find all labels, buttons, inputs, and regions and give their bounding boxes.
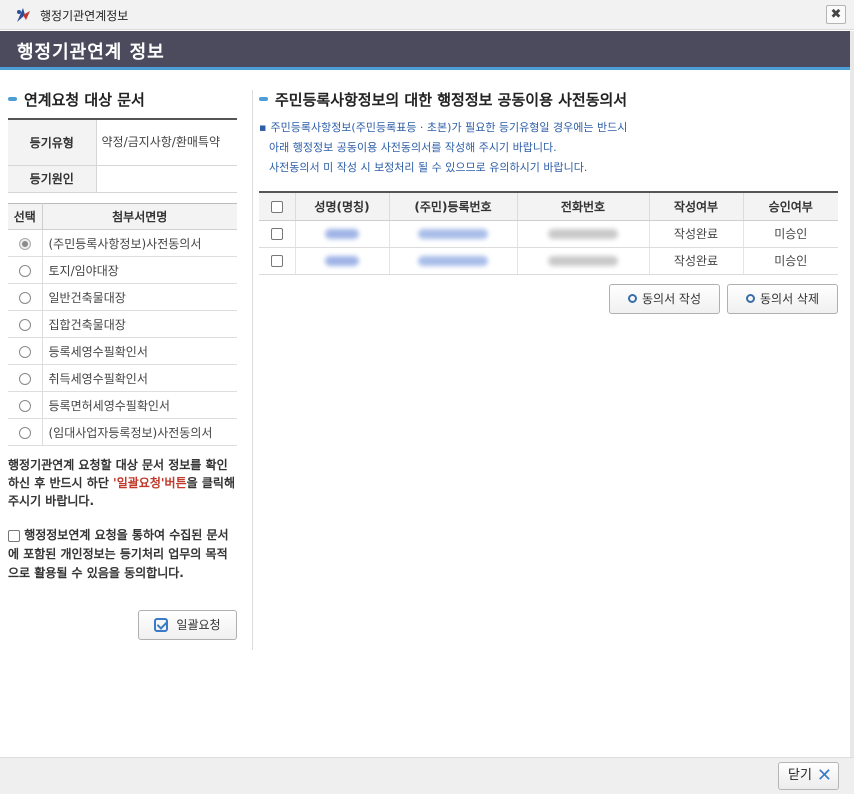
consent-checkbox[interactable] — [8, 529, 20, 542]
attachment-doc-table: 선택 첨부서면명 (주민등록사항정보)사전동의서 토지/임야대장 일반건축물대장… — [8, 203, 237, 446]
doc-name: 등록세영수필확인서 — [42, 337, 237, 365]
request-notice: 행정기관연계 요청할 대상 문서 정보를 확인하신 후 반드시 하단 '일괄요청… — [8, 458, 235, 508]
dialog-header: 행정기관연계 정보 — [0, 31, 850, 67]
doc-name: 토지/임야대장 — [42, 256, 237, 284]
approval-status: 미승인 — [743, 247, 838, 275]
doc-row[interactable]: 등록세영수필확인서 — [8, 337, 237, 365]
doc-row[interactable]: (주민등록사항정보)사전동의서 — [8, 229, 237, 257]
written-status: 작성완료 — [649, 220, 744, 248]
close-icon: ✕ — [816, 765, 832, 786]
circle-icon — [627, 294, 637, 303]
app-logo-icon — [17, 8, 30, 22]
column-divider — [252, 90, 253, 650]
close-icon: ✖ — [830, 7, 842, 22]
col-header-reg-no: (주민)등록번호 — [389, 192, 518, 221]
blurred-phone — [548, 229, 618, 239]
doc-radio[interactable] — [18, 372, 31, 385]
dialog-title: 행정기관연계 정보 — [17, 42, 165, 63]
info-label: 등기유형 — [8, 119, 97, 166]
col-header-select: 선택 — [8, 203, 43, 230]
row-checkbox[interactable] — [270, 228, 283, 240]
section-bullet-icon — [8, 97, 17, 101]
doc-radio[interactable] — [18, 264, 31, 277]
info-row-cause: 등기원인 — [8, 165, 237, 193]
doc-name: 취득세영수필확인서 — [42, 364, 237, 392]
window-title: 행정기관연계정보 — [40, 9, 129, 23]
section-bullet-icon — [259, 97, 268, 101]
blurred-name — [325, 256, 359, 266]
write-consent-button[interactable]: 동의서 작성 — [609, 284, 720, 314]
doc-row[interactable]: 집합건축물대장 — [8, 310, 237, 338]
col-header-written: 작성여부 — [649, 192, 744, 221]
registration-info-table: 등기유형 약정/금지사항/환매특약 등기원인 — [8, 118, 237, 193]
header-accent-line — [0, 67, 850, 70]
consent-table: 성명(명칭) (주민)등록번호 전화번호 작성여부 승인여부 작성완료 미승인 … — [259, 191, 838, 275]
doc-radio[interactable] — [18, 318, 31, 331]
doc-radio[interactable] — [18, 426, 31, 439]
col-header-phone: 전화번호 — [517, 192, 650, 221]
consent-description: ▪ 주민등록사항정보(주민등록표등 · 초본)가 필요한 등기유형일 경우에는 반… — [259, 121, 628, 174]
blurred-name — [325, 229, 359, 239]
delete-consent-button[interactable]: 동의서 삭제 — [727, 284, 838, 314]
right-section-title: 주민등록사항정보의 대한 행정정보 공동이용 사전동의서 — [259, 89, 627, 110]
table-row[interactable]: 작성완료 미승인 — [259, 220, 838, 248]
doc-row[interactable]: 일반건축물대장 — [8, 283, 237, 311]
doc-radio[interactable] — [18, 399, 31, 412]
circle-icon — [745, 294, 755, 303]
doc-name: 등록면허세영수필확인서 — [42, 391, 237, 419]
check-icon — [154, 617, 169, 632]
approval-status: 미승인 — [743, 220, 838, 248]
table-row[interactable]: 작성완료 미승인 — [259, 247, 838, 275]
doc-name: 집합건축물대장 — [42, 310, 237, 338]
left-section-title: 연계요청 대상 문서 — [8, 89, 145, 110]
window-close-button[interactable]: ✖ — [826, 5, 846, 24]
info-label: 등기원인 — [8, 165, 97, 193]
scrollbar[interactable] — [850, 31, 854, 761]
blurred-phone — [548, 256, 618, 266]
close-dialog-button[interactable]: 닫기 ✕ — [778, 762, 839, 790]
blurred-reg-no — [418, 229, 488, 239]
select-all-checkbox[interactable] — [270, 200, 283, 213]
doc-radio-selected[interactable] — [18, 237, 31, 250]
written-status: 작성완료 — [649, 247, 744, 275]
doc-row[interactable]: 등록면허세영수필확인서 — [8, 391, 237, 419]
info-row-type: 등기유형 약정/금지사항/환매특약 — [8, 119, 237, 166]
info-value — [96, 165, 237, 193]
doc-name: (임대사업자등록정보)사전동의서 — [42, 418, 237, 446]
info-value: 약정/금지사항/환매특약 — [96, 119, 237, 166]
doc-name: 일반건축물대장 — [42, 283, 237, 311]
window-titlebar: 행정기관연계정보 ✖ — [0, 0, 854, 30]
doc-row[interactable]: (임대사업자등록정보)사전동의서 — [8, 418, 237, 446]
doc-row[interactable]: 토지/임야대장 — [8, 256, 237, 284]
notice-highlight: '일괄요청'버튼 — [113, 476, 187, 490]
dialog-footer — [0, 757, 854, 794]
batch-request-button[interactable]: 일괄요청 — [138, 610, 237, 640]
doc-name: (주민등록사항정보)사전동의서 — [42, 229, 237, 257]
doc-radio[interactable] — [18, 291, 31, 304]
row-checkbox[interactable] — [270, 255, 283, 267]
consent-text: 행정정보연계 요청을 통하여 수집된 문서에 포함된 개인정보는 등기처리 업무… — [8, 528, 229, 580]
col-header-doc-name: 첨부서면명 — [42, 203, 237, 230]
consent-agreement: 행정정보연계 요청을 통하여 수집된 문서에 포함된 개인정보는 등기처리 업무… — [8, 526, 237, 583]
doc-row[interactable]: 취득세영수필확인서 — [8, 364, 237, 392]
blurred-reg-no — [418, 256, 488, 266]
col-header-approval: 승인여부 — [743, 192, 838, 221]
doc-radio[interactable] — [18, 345, 31, 358]
col-header-name: 성명(명칭) — [295, 192, 390, 221]
